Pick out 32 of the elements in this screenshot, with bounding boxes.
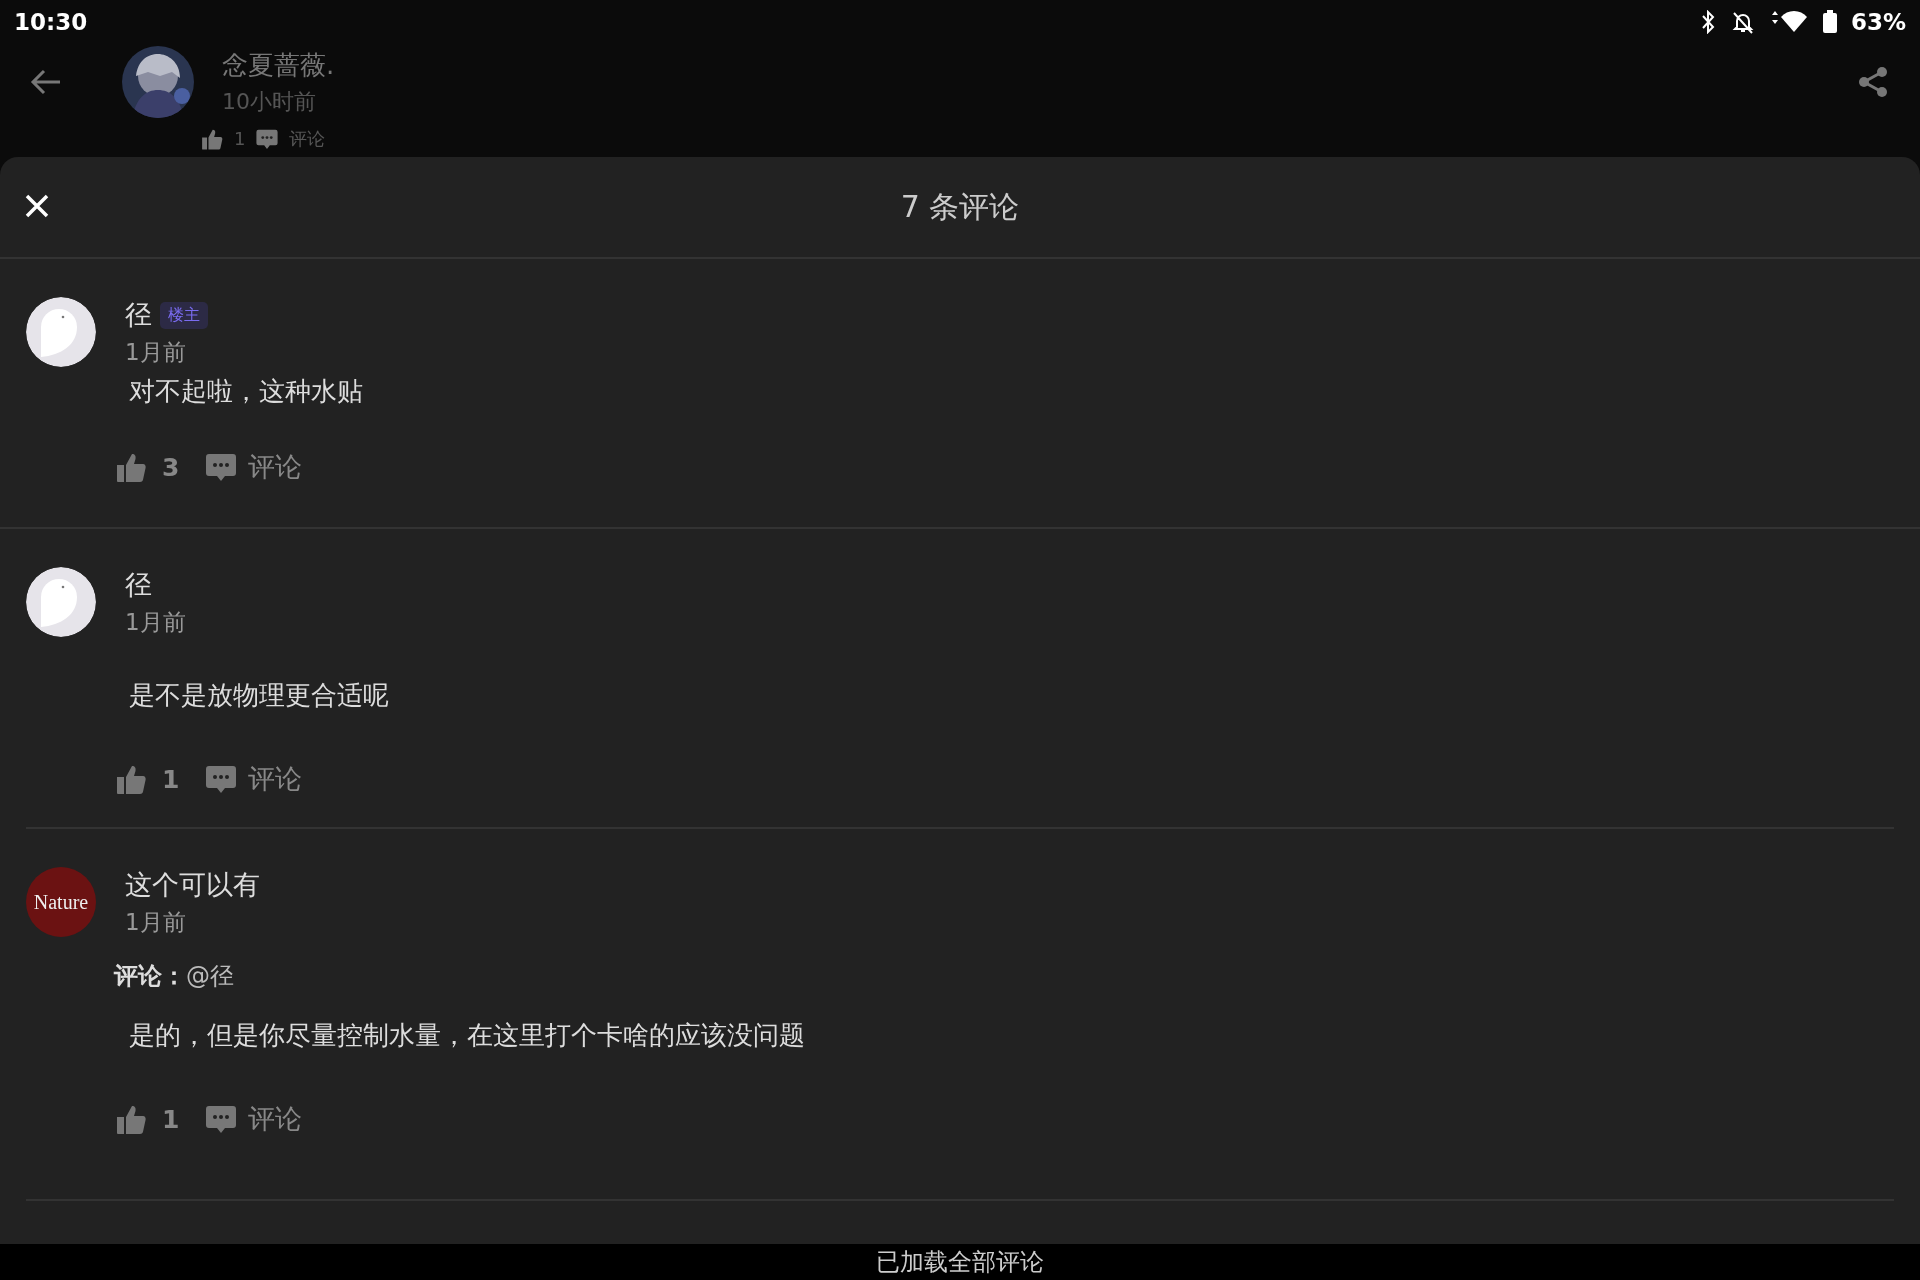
back-icon[interactable] <box>30 68 62 96</box>
battery-percent: 63% <box>1850 9 1906 35</box>
comment-time: 1月前 <box>125 608 186 637</box>
user-name[interactable]: 这个可以有 <box>125 867 260 903</box>
comment-text: 对不起啦，这种水贴 <box>129 375 364 408</box>
battery-icon <box>1822 10 1837 34</box>
comment-link[interactable]: 评论 <box>248 449 302 485</box>
like-count: 1 <box>162 764 181 794</box>
post-author[interactable]: 念夏蔷薇. <box>222 47 335 83</box>
like-count: 1 <box>162 1104 181 1134</box>
author-badge: 楼主 <box>160 301 208 329</box>
comment-time: 1月前 <box>125 908 187 937</box>
user-avatar[interactable] <box>26 567 96 637</box>
comment-text: 是的，但是你尽量控制水量，在这里打个卡啥的应该没问题 <box>129 1019 806 1052</box>
comment-link[interactable]: 评论 <box>248 1101 302 1137</box>
comment-link[interactable]: 评论 <box>289 126 326 151</box>
user-name[interactable]: 径 <box>125 567 152 603</box>
reply-target: 评论：@径 <box>114 961 235 992</box>
user-avatar[interactable]: Nature <box>26 867 96 937</box>
post-time: 10小时前 <box>222 87 317 116</box>
clock-time: 10:30 <box>14 9 88 35</box>
user-avatar[interactable] <box>26 297 96 367</box>
end-of-list-text: 已加载全部评论 <box>876 1247 1044 1278</box>
like-count: 3 <box>162 452 181 482</box>
user-name[interactable]: 径 <box>125 297 152 333</box>
comment-time: 1月前 <box>125 338 187 367</box>
bell-muted-icon <box>1730 10 1755 34</box>
like-count: 1 <box>234 128 246 149</box>
share-icon[interactable] <box>1856 65 1890 99</box>
comment-text: 是不是放物理更合适呢 <box>129 679 390 712</box>
sheet-title: 7 条评论 <box>900 187 1020 226</box>
comment-link[interactable]: 评论 <box>248 761 302 797</box>
